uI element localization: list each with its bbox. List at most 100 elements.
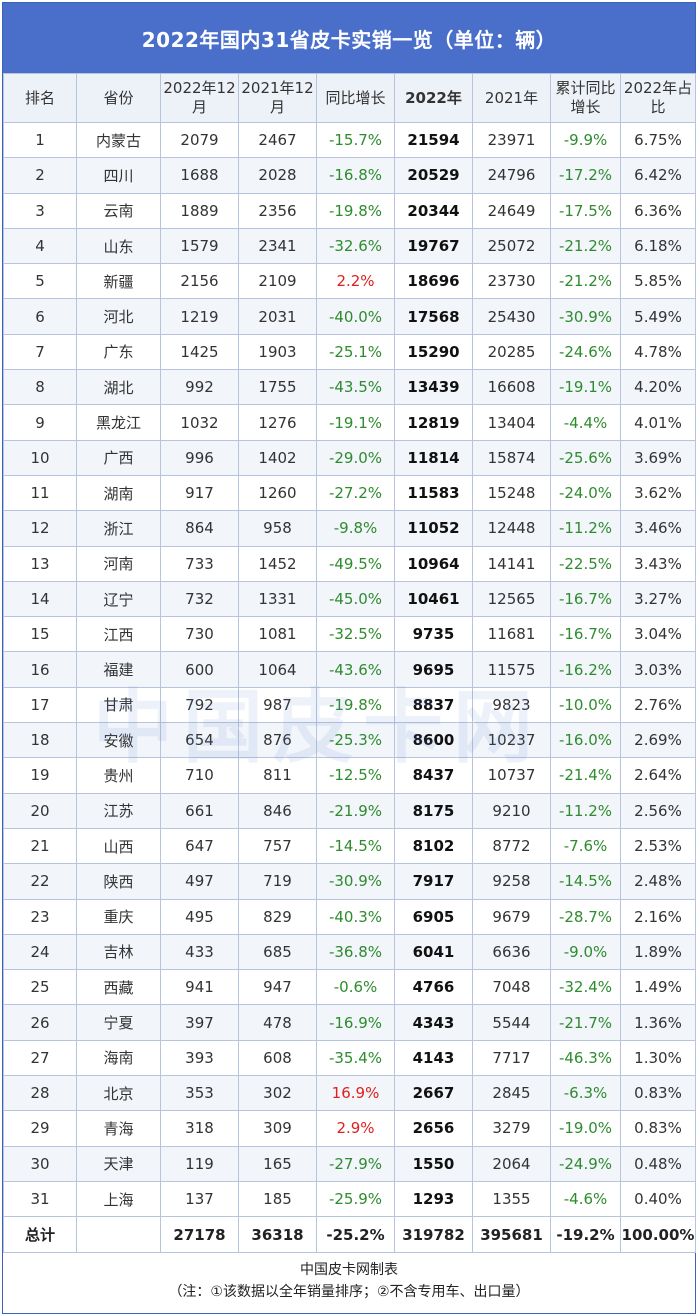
dec2022-cell: 397: [160, 1004, 239, 1041]
province-cell: 天津: [76, 1145, 161, 1182]
dec2022-cell: 433: [160, 933, 239, 971]
rank-cell: 12: [3, 510, 77, 547]
dec2022-cell: 661: [160, 792, 239, 829]
rank-cell: 27: [3, 1039, 77, 1077]
y2022-cell: 9695: [394, 651, 473, 688]
table-row: 27 海南 393 608 -35.4% 4143 7717 -46.3% 1.30%: [3, 1039, 696, 1077]
table-row: 30 天津 119 165 -27.9% 1550 2064 -24.9% 0.48%: [3, 1145, 696, 1182]
y2022-cell: 6905: [394, 898, 473, 935]
dec2022-cell: 600: [160, 651, 239, 688]
cum-yoy-cell: -16.7%: [550, 580, 621, 618]
dec2021-cell: 1755: [238, 369, 317, 406]
dec2022-cell: 393: [160, 1039, 239, 1077]
y2022-cell: 20529: [394, 157, 473, 194]
share-cell: 3.04%: [620, 616, 696, 653]
cum-yoy-cell: -28.7%: [550, 898, 621, 935]
yoy-cell: -21.9%: [316, 792, 395, 829]
province-cell: 江西: [76, 616, 161, 653]
y2021-cell: 8772: [472, 827, 551, 865]
table-row: 3 云南 1889 2356 -19.8% 20344 24649 -17.5% 6.36%: [3, 192, 696, 229]
province-cell: 甘肃: [76, 686, 161, 724]
header-y2022: 2022年: [394, 73, 473, 123]
share-cell: 6.75%: [620, 121, 696, 159]
dec2022-cell: 1688: [160, 157, 239, 194]
rank-cell: 23: [3, 898, 77, 935]
header-y2021: 2021年: [472, 73, 551, 123]
y2022-cell: 2656: [394, 1110, 473, 1147]
province-cell: 北京: [76, 1075, 161, 1112]
table-row: 22 陕西 497 719 -30.9% 7917 9258 -14.5% 2.48%: [3, 863, 696, 900]
dec2021-cell: 846: [238, 792, 317, 829]
share-cell: 5.49%: [620, 298, 696, 335]
total-yoy: -25.2%: [316, 1216, 395, 1254]
share-cell: 0.83%: [620, 1075, 696, 1112]
dec2022-cell: 318: [160, 1110, 239, 1147]
dec2021-cell: 1064: [238, 651, 317, 688]
y2021-cell: 1355: [472, 1180, 551, 1218]
table-row: 12 浙江 864 958 -9.8% 11052 12448 -11.2% 3.46%: [3, 510, 696, 547]
y2021-cell: 24649: [472, 192, 551, 229]
y2022-cell: 1293: [394, 1180, 473, 1218]
cum-yoy-cell: -22.5%: [550, 545, 621, 582]
province-cell: 四川: [76, 157, 161, 194]
dec2021-cell: 185: [238, 1180, 317, 1218]
yoy-cell: -45.0%: [316, 580, 395, 618]
cum-yoy-cell: -10.0%: [550, 686, 621, 724]
cum-yoy-cell: -46.3%: [550, 1039, 621, 1077]
province-cell: 上海: [76, 1180, 161, 1218]
header-share: 2022年占比: [620, 73, 696, 123]
cum-yoy-cell: -17.2%: [550, 157, 621, 194]
table-row: 24 吉林 433 685 -36.8% 6041 6636 -9.0% 1.89%: [3, 933, 696, 971]
province-cell: 新疆: [76, 263, 161, 300]
dec2021-cell: 165: [238, 1145, 317, 1182]
share-cell: 1.30%: [620, 1039, 696, 1077]
cum-yoy-cell: -16.7%: [550, 616, 621, 653]
y2022-cell: 8175: [394, 792, 473, 829]
y2021-cell: 7048: [472, 969, 551, 1006]
y2021-cell: 11681: [472, 616, 551, 653]
dec2021-cell: 1903: [238, 333, 317, 371]
y2021-cell: 15248: [472, 474, 551, 512]
table-row: 16 福建 600 1064 -43.6% 9695 11575 -16.2% 3.03%: [3, 651, 696, 688]
y2022-cell: 17568: [394, 298, 473, 335]
table-title: 2022年国内31省皮卡实销一览（单位：辆）: [3, 3, 695, 73]
cum-yoy-cell: -30.9%: [550, 298, 621, 335]
rank-cell: 17: [3, 686, 77, 724]
footer-note: （注：①该数据以全年销量排序；②不含专用车、出口量）: [168, 1284, 530, 1301]
yoy-cell: -16.9%: [316, 1004, 395, 1041]
cum-yoy-cell: -9.9%: [550, 121, 621, 159]
dec2022-cell: 996: [160, 439, 239, 476]
cum-yoy-cell: -7.6%: [550, 827, 621, 865]
footer-maker: 中国皮卡网制表: [300, 1262, 398, 1279]
share-cell: 2.53%: [620, 827, 696, 865]
y2021-cell: 11575: [472, 651, 551, 688]
y2021-cell: 14141: [472, 545, 551, 582]
y2021-cell: 9258: [472, 863, 551, 900]
total-row: 总计 27178 36318 -25.2% 319782 395681 -19.…: [3, 1216, 696, 1254]
yoy-cell: 2.2%: [316, 263, 395, 300]
rank-cell: 6: [3, 298, 77, 335]
y2021-cell: 3279: [472, 1110, 551, 1147]
table-row: 8 湖北 992 1755 -43.5% 13439 16608 -19.1% 4.20%: [3, 369, 696, 406]
dec2022-cell: 2079: [160, 121, 239, 159]
province-cell: 福建: [76, 651, 161, 688]
yoy-cell: -19.1%: [316, 404, 395, 441]
table-body: 1 内蒙古 2079 2467 -15.7% 21594 23971 -9.9% 6.75% 2 四…: [3, 121, 696, 1218]
dec2022-cell: 1579: [160, 227, 239, 265]
dec2021-cell: 958: [238, 510, 317, 547]
table-row: 26 宁夏 397 478 -16.9% 4343 5544 -21.7% 1.36%: [3, 1004, 696, 1041]
header-dec2021: 2021年12月: [238, 73, 317, 123]
total-cum-yoy: -19.2%: [550, 1216, 621, 1254]
y2021-cell: 12448: [472, 510, 551, 547]
dec2021-cell: 811: [238, 757, 317, 794]
y2021-cell: 23971: [472, 121, 551, 159]
share-cell: 4.78%: [620, 333, 696, 371]
share-cell: 6.42%: [620, 157, 696, 194]
dec2022-cell: 497: [160, 863, 239, 900]
y2021-cell: 12565: [472, 580, 551, 618]
table-row: 10 广西 996 1402 -29.0% 11814 15874 -25.6% 3.69%: [3, 439, 696, 476]
share-cell: 6.18%: [620, 227, 696, 265]
dec2021-cell: 2341: [238, 227, 317, 265]
y2022-cell: 8600: [394, 722, 473, 759]
dec2022-cell: 1889: [160, 192, 239, 229]
